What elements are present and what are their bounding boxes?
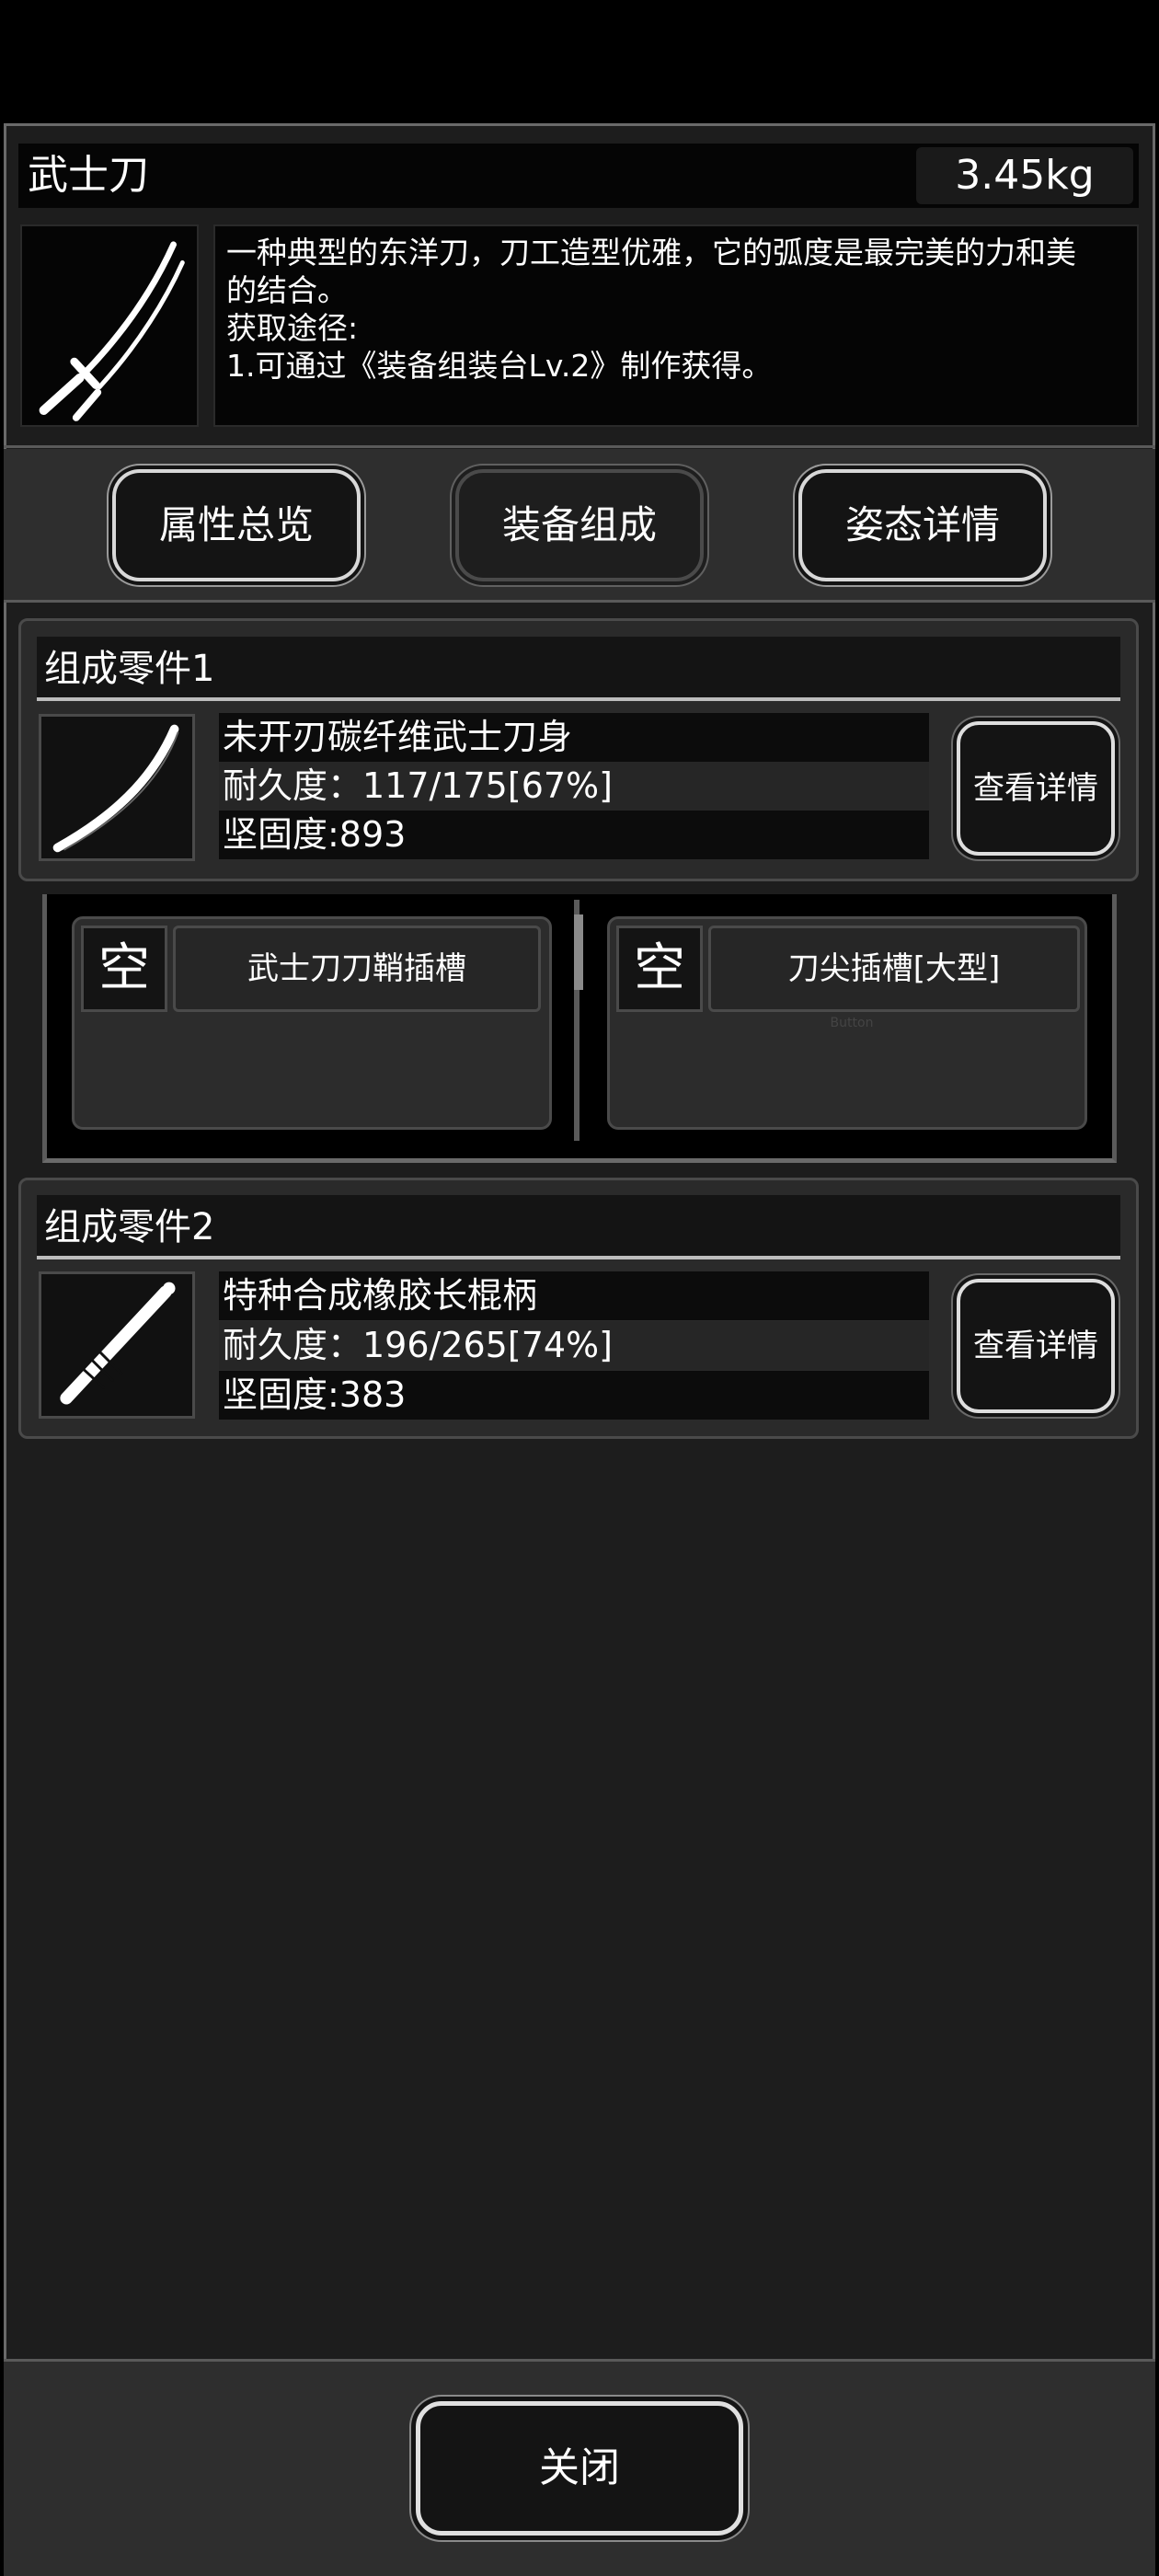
- tab-stance-details[interactable]: 姿态详情: [798, 469, 1047, 581]
- item-name: 武士刀: [28, 152, 149, 199]
- slot-name-blade-tip[interactable]: 刀尖插槽[大型]: [708, 926, 1080, 1012]
- handle-icon: [39, 1271, 195, 1419]
- divider: [4, 600, 1155, 603]
- component-durability: 耐久度：196/265[74%]: [219, 1321, 929, 1370]
- description-line: 的结合。: [226, 272, 348, 308]
- tab-attribute-overview[interactable]: 属性总览: [112, 469, 361, 581]
- component-hardness: 坚固度:383: [219, 1371, 929, 1420]
- item-description: 一种典型的东洋刀，刀工造型优雅，它的弧度是最完美的力和美 的结合。 获取途径: …: [213, 224, 1139, 427]
- description-line: 获取途径:: [226, 310, 359, 346]
- tab-equipment-composition[interactable]: 装备组成: [455, 469, 704, 581]
- description-line: 一种典型的东洋刀，刀工造型优雅，它的弧度是最完美的力和美: [226, 235, 1076, 270]
- view-details-button-1[interactable]: 查看详情: [957, 721, 1115, 856]
- slot-status: 空: [81, 926, 167, 1012]
- blade-icon: [39, 714, 195, 861]
- component-name: 特种合成橡胶长棍柄: [219, 1271, 929, 1320]
- view-details-button-2[interactable]: 查看详情: [957, 1279, 1115, 1413]
- description-line: 1.可通过《装备组装台Lv.2》制作获得。: [226, 348, 773, 384]
- component-name: 未开刃碳纤维武士刀身: [219, 713, 929, 762]
- item-weight: 3.45kg: [916, 147, 1133, 204]
- component-durability: 耐久度：117/175[67%]: [219, 762, 929, 811]
- component-hardness: 坚固度:893: [219, 811, 929, 859]
- close-button[interactable]: 关闭: [416, 2401, 743, 2536]
- slot-divider-handle: [574, 914, 583, 990]
- slot-status: 空: [616, 926, 703, 1012]
- slot-button-hint: Button: [830, 1016, 874, 1030]
- katana-icon: [20, 224, 199, 427]
- component-title: 组成零件2: [37, 1195, 1120, 1259]
- slot-name-scabbard[interactable]: 武士刀刀鞘插槽: [173, 926, 541, 1012]
- divider: [4, 445, 1155, 448]
- component-title: 组成零件1: [37, 637, 1120, 701]
